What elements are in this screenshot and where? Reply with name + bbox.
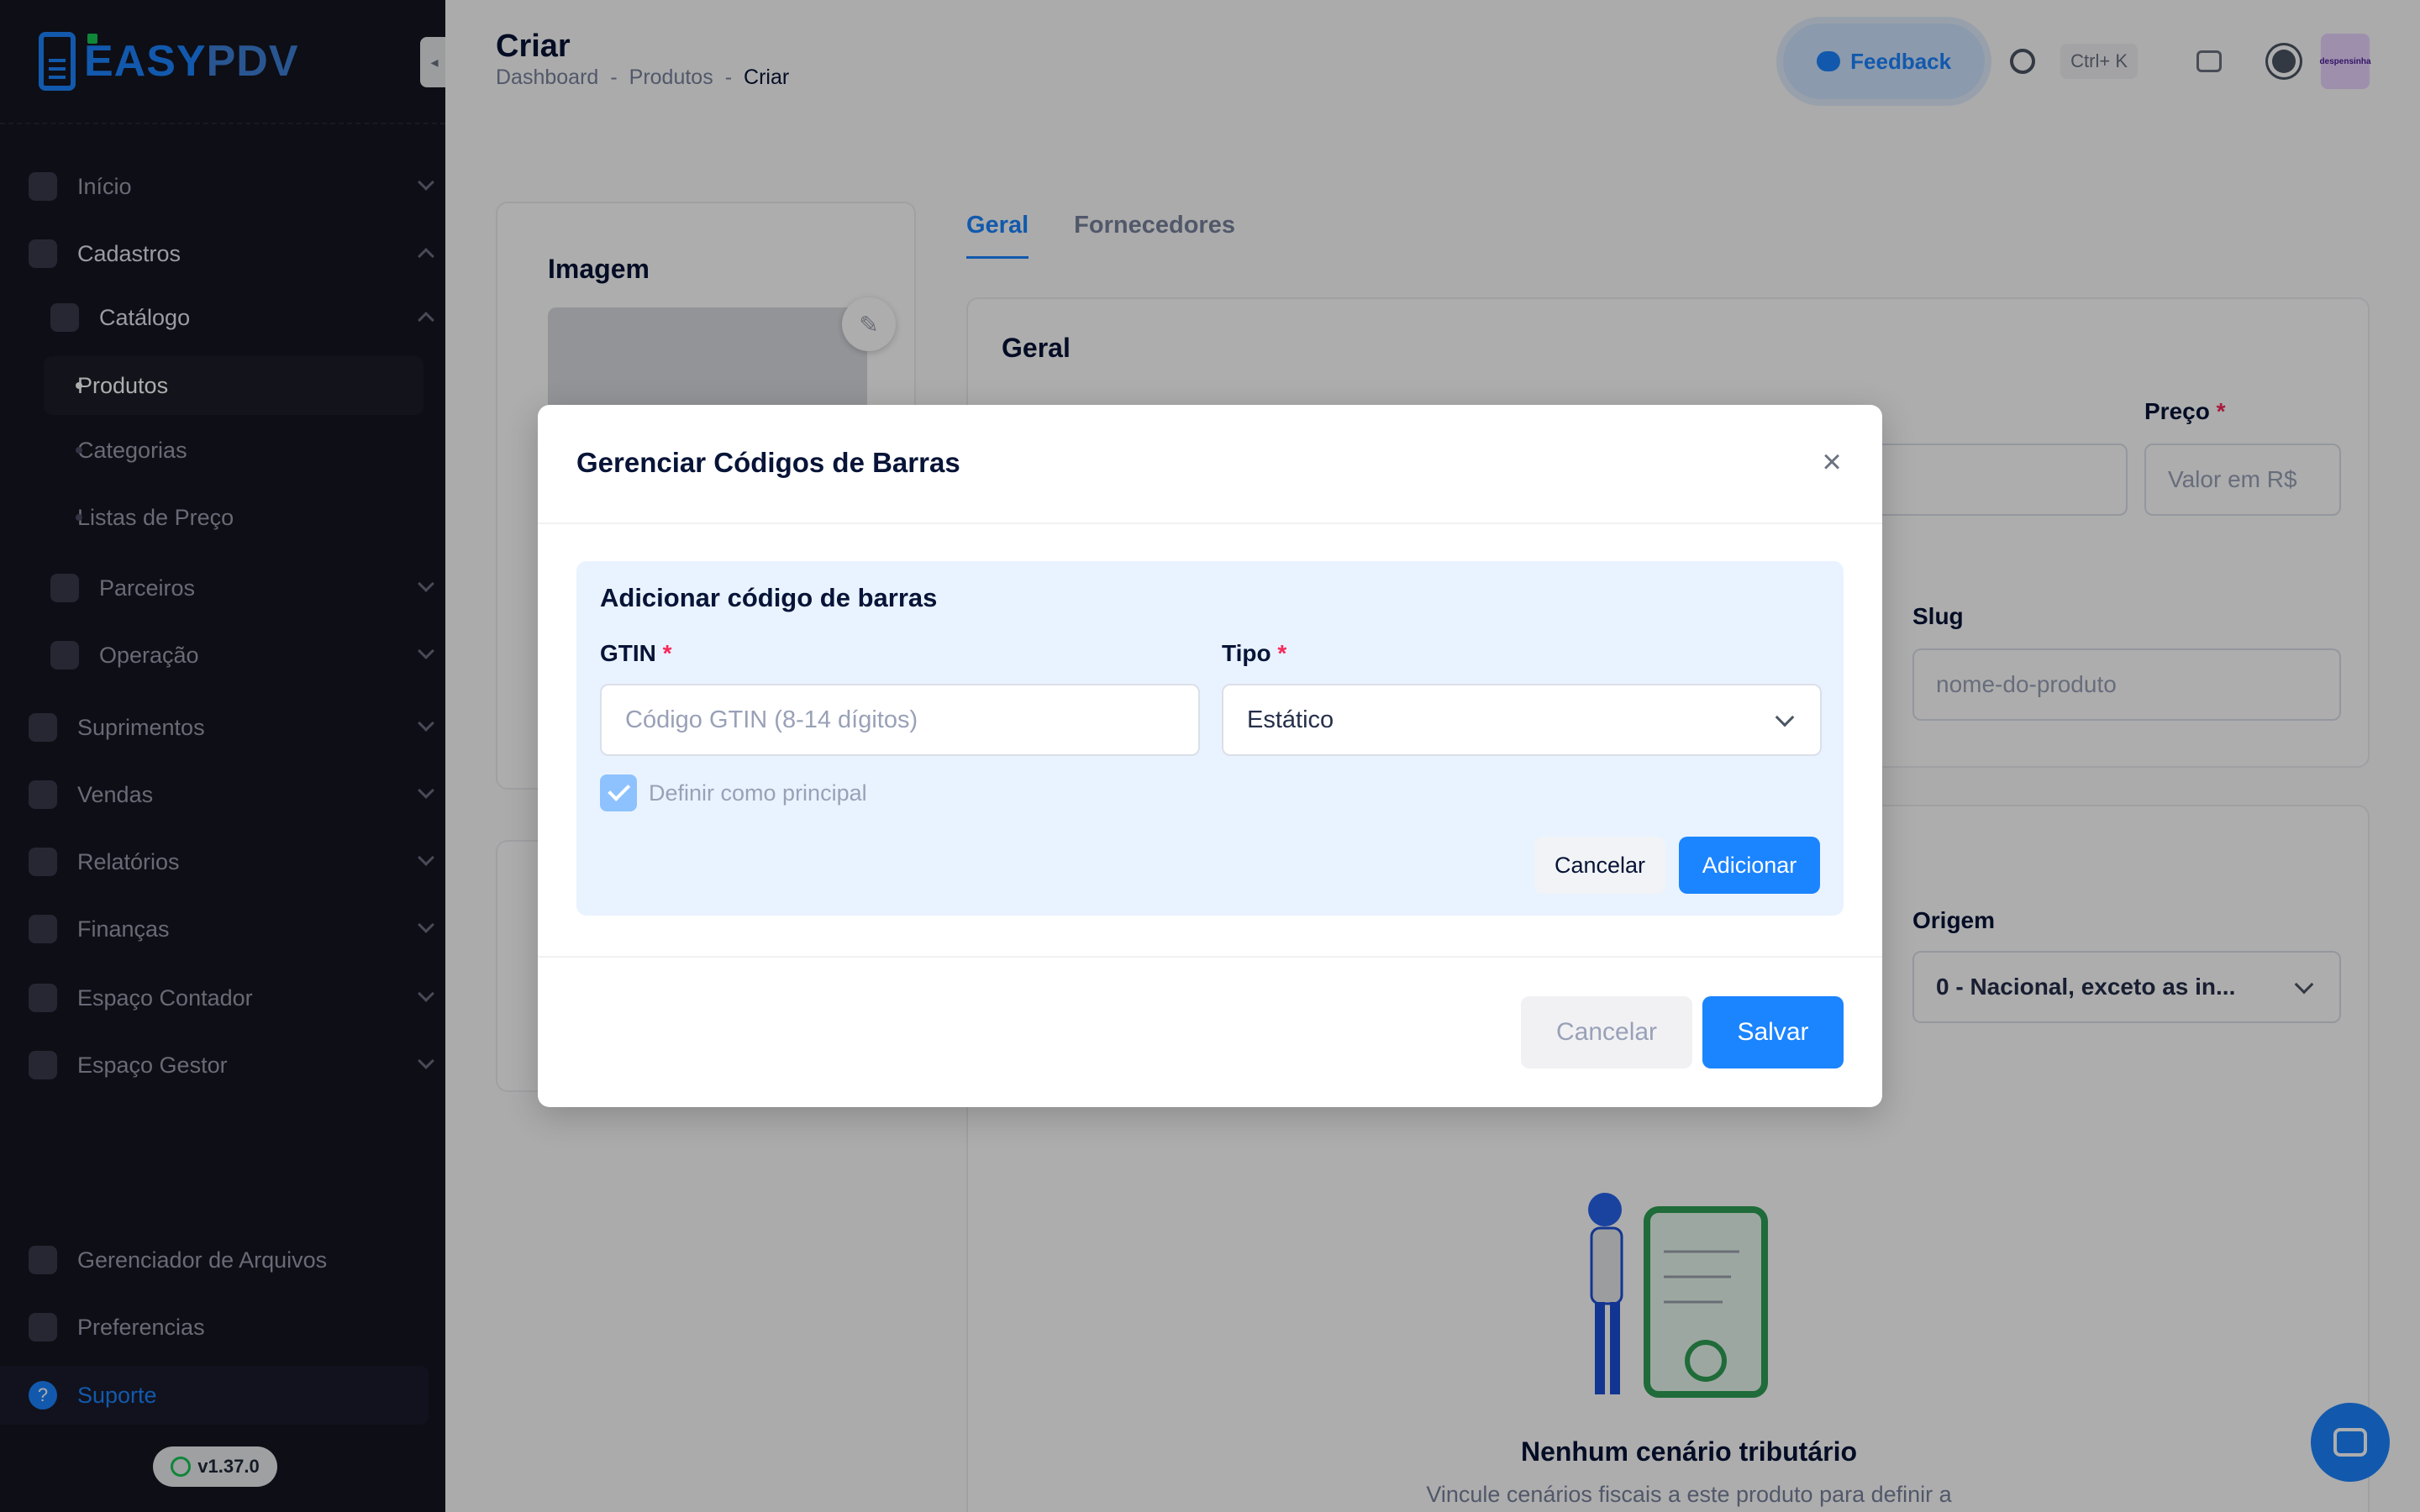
modal-cancel-button[interactable]: Cancelar bbox=[1521, 996, 1692, 1068]
add-cancel-button[interactable]: Cancelar bbox=[1534, 837, 1665, 894]
gtin-input[interactable]: Código GTIN (8-14 dígitos) bbox=[600, 684, 1200, 756]
modal-title: Gerenciar Códigos de Barras bbox=[576, 447, 960, 478]
gtin-placeholder: Código GTIN (8-14 dígitos) bbox=[625, 706, 918, 733]
add-barcode-title: Adicionar código de barras bbox=[600, 583, 938, 612]
type-label: Tipo * bbox=[1222, 640, 1287, 666]
gtin-label: GTIN * bbox=[600, 640, 672, 666]
primary-checkbox-row[interactable]: Definir como principal bbox=[600, 774, 867, 811]
barcode-modal: Gerenciar Códigos de Barras × Adicionar … bbox=[538, 405, 1882, 1107]
modal-save-button[interactable]: Salvar bbox=[1702, 996, 1844, 1068]
type-value: Estático bbox=[1247, 706, 1334, 733]
modal-footer: Cancelar Salvar bbox=[538, 956, 1882, 1107]
primary-checkbox[interactable] bbox=[600, 774, 637, 811]
modal-header: Gerenciar Códigos de Barras × bbox=[538, 405, 1882, 524]
add-barcode-button[interactable]: Adicionar bbox=[1679, 837, 1820, 894]
type-select[interactable]: Estático bbox=[1222, 684, 1822, 756]
chevron-down-icon bbox=[1775, 707, 1795, 727]
primary-checkbox-label: Definir como principal bbox=[649, 780, 867, 806]
close-icon[interactable]: × bbox=[1815, 445, 1849, 479]
add-barcode-panel: Adicionar código de barras GTIN * Código… bbox=[576, 561, 1844, 916]
